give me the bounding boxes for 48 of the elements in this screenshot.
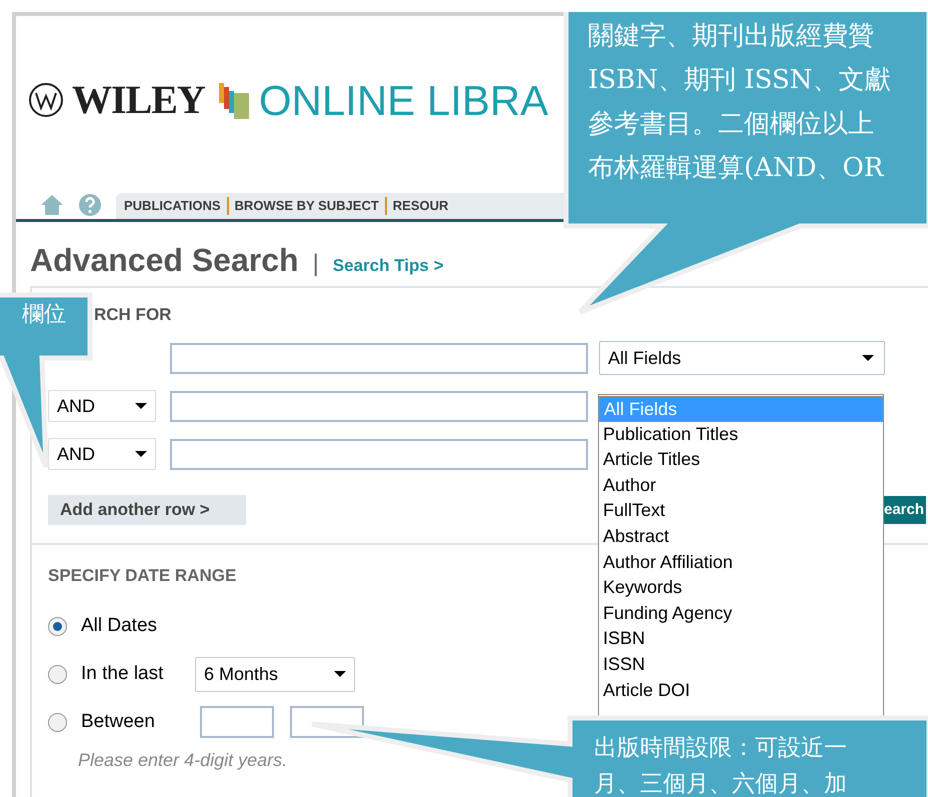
dropdown-option[interactable]: ISSN <box>599 652 883 678</box>
dropdown-option[interactable]: FullText <box>599 498 883 524</box>
callout-text: 關鍵字、期刊出版經費贊 ISBN、期刊 ISSN、文獻 參考書目。二個欄位以上 布林羅輯運算(AND、OR <box>588 20 890 185</box>
page-title: Advanced Search <box>30 241 299 280</box>
help-icon <box>78 193 102 217</box>
search-input-field[interactable] <box>170 390 588 422</box>
dropdown-option[interactable]: ISBN <box>599 626 883 652</box>
section-heading: RCH FOR <box>94 304 172 322</box>
dropdown-option[interactable]: Article DOI <box>599 678 883 704</box>
callout-text: 出版時間設限：可設近一 月、三個月、六個月、加 <box>594 734 847 797</box>
radio-label: All Dates <box>81 614 158 638</box>
dropdown-option[interactable]: Author <box>599 472 883 498</box>
radio-button[interactable] <box>48 712 67 732</box>
caret-icon <box>334 671 346 677</box>
caret-icon <box>862 355 874 361</box>
search-tips-link[interactable]: Search Tips > <box>332 253 444 278</box>
title-divider: | <box>312 249 319 279</box>
dropdown-option[interactable]: Funding Agency <box>599 600 883 626</box>
radio-button[interactable] <box>48 616 67 636</box>
hint-text: Please enter 4-digit years. <box>78 749 288 772</box>
dropdown-option[interactable]: Author Affiliation <box>599 550 883 576</box>
callout-text: 欄位 <box>22 301 66 329</box>
dropdown-option[interactable]: Article Titles <box>599 447 883 473</box>
caret-icon <box>135 451 147 457</box>
dropdown-option[interactable]: Abstract <box>599 524 883 550</box>
home-icon <box>40 193 64 217</box>
search-button[interactable]: earch <box>882 496 926 524</box>
search-input-field[interactable] <box>170 342 588 374</box>
section-heading: SPECIFY DATE RANGE <box>48 565 238 583</box>
field-select[interactable]: All Fields <box>599 341 885 375</box>
period-select[interactable]: 6 Months <box>195 656 355 692</box>
operator-select[interactable]: AND <box>48 438 156 470</box>
operator-select[interactable]: AND <box>48 390 156 422</box>
nav-link[interactable]: RESOUR <box>392 196 448 216</box>
radio-label: Between <box>81 710 156 734</box>
dropdown-option[interactable]: Keywords <box>599 575 883 601</box>
library-logo-text: ONLINE LIBRA <box>258 76 548 126</box>
search-input-field[interactable] <box>170 438 588 470</box>
caret-icon <box>135 403 147 409</box>
add-row-button[interactable]: Add another row > <box>48 495 246 525</box>
logo-emblem-icon <box>28 82 64 118</box>
nav-link[interactable]: PUBLICATIONS <box>124 196 221 216</box>
dropdown-option[interactable]: Publication Titles <box>599 422 883 448</box>
year-input-field[interactable] <box>200 706 274 738</box>
brand-logo-text: WILEY <box>72 76 205 124</box>
nav-link[interactable]: BROWSE BY SUBJECT <box>234 196 379 216</box>
radio-button[interactable] <box>48 664 67 684</box>
radio-label: In the last <box>81 662 164 686</box>
